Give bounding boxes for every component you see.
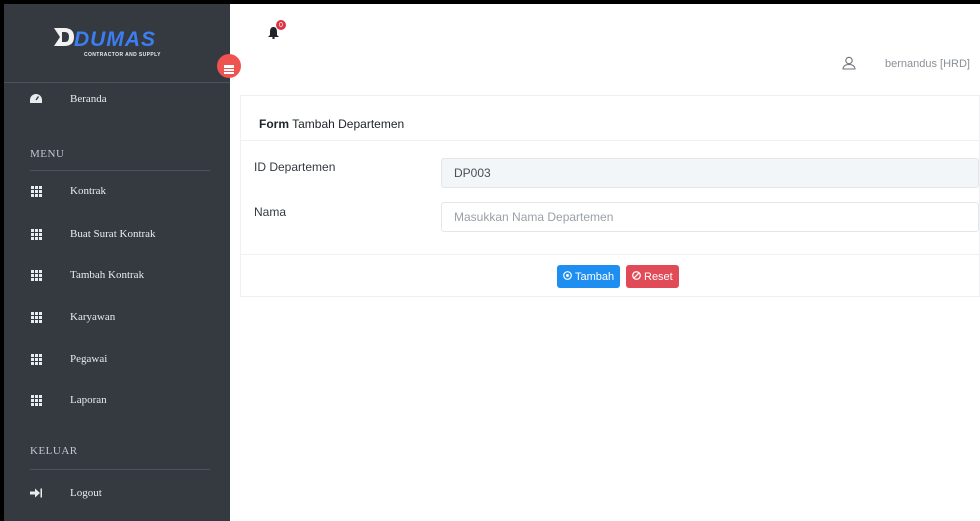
form-title-bold: Form <box>259 117 289 131</box>
sidebar-item-label: Karyawan <box>70 311 116 323</box>
sidebar-item-karyawan[interactable]: Karyawan <box>4 302 230 332</box>
sidebar-item-label: Buat Surat Kontrak <box>70 228 156 240</box>
id-departemen-label: ID Departemen <box>254 160 336 174</box>
sidebar-item-tambah-kontrak[interactable]: Tambah Kontrak <box>4 260 230 290</box>
menu-section-header: MENU <box>30 148 65 160</box>
reset-button[interactable]: Reset <box>626 265 679 288</box>
sidebar-item-laporan[interactable]: Laporan <box>4 385 230 415</box>
form-card: Form Tambah Departemen ID Departemen Nam… <box>240 95 980 297</box>
sidebar-item-logout[interactable]: Logout <box>4 478 230 508</box>
sidebar-item-pegawai[interactable]: Pegawai <box>4 344 230 374</box>
form-title: Form Tambah Departemen <box>259 117 404 131</box>
logo-mark-icon <box>54 28 74 46</box>
brand-name: DUMAS <box>74 28 156 51</box>
ban-icon <box>632 270 641 283</box>
sidebar: DUMAS CONTRACTOR AND SUPPLY Beranda MENU… <box>4 4 230 521</box>
sidebar-item-label: Logout <box>70 487 102 499</box>
sidebar-item-beranda[interactable]: Beranda <box>4 84 230 114</box>
user-icon[interactable] <box>842 56 856 75</box>
grid-icon <box>30 394 42 406</box>
grid-icon <box>30 311 42 323</box>
menu-icon <box>224 65 234 74</box>
brand-tagline: CONTRACTOR AND SUPPLY <box>84 52 161 58</box>
sidebar-item-buat-surat-kontrak[interactable]: Buat Surat Kontrak <box>4 219 230 249</box>
sidebar-item-label: Kontrak <box>70 185 107 197</box>
logout-section-divider <box>30 469 210 470</box>
sidebar-toggle-button[interactable] <box>217 54 241 78</box>
grid-icon <box>30 353 42 365</box>
brand-logo[interactable]: DUMAS CONTRACTOR AND SUPPLY <box>52 22 182 66</box>
topbar: 0 bernandus [HRD] <box>230 4 980 94</box>
reset-button-label: Reset <box>644 270 673 283</box>
sidebar-item-label: Laporan <box>70 394 107 406</box>
card-header: Form Tambah Departemen <box>241 96 979 141</box>
notification-count-badge: 0 <box>276 20 286 30</box>
card-footer: Tambah Reset <box>241 254 979 296</box>
logout-section-header: KELUAR <box>30 445 78 457</box>
user-name-label[interactable]: bernandus [HRD] <box>885 58 970 70</box>
grid-icon <box>30 228 42 240</box>
grid-icon <box>30 269 42 281</box>
tambah-button-label: Tambah <box>575 270 615 283</box>
sidebar-item-label: Pegawai <box>70 353 108 365</box>
grid-icon <box>30 185 42 197</box>
tambah-button[interactable]: Tambah <box>557 265 621 288</box>
sidebar-divider <box>4 82 230 83</box>
sidebar-item-kontrak[interactable]: Kontrak <box>4 176 230 206</box>
menu-section-divider <box>30 170 210 171</box>
plus-circle-icon <box>563 270 572 283</box>
nama-label: Nama <box>254 205 287 219</box>
id-departemen-input[interactable] <box>441 158 979 188</box>
form-title-rest: Tambah Departemen <box>289 117 405 131</box>
app-frame: DUMAS CONTRACTOR AND SUPPLY Beranda MENU… <box>4 4 980 521</box>
nama-departemen-input[interactable] <box>441 202 979 232</box>
logout-icon <box>30 487 42 499</box>
sidebar-item-label: Tambah Kontrak <box>70 269 145 281</box>
sidebar-item-label: Beranda <box>70 93 107 105</box>
dashboard-icon <box>30 93 42 105</box>
